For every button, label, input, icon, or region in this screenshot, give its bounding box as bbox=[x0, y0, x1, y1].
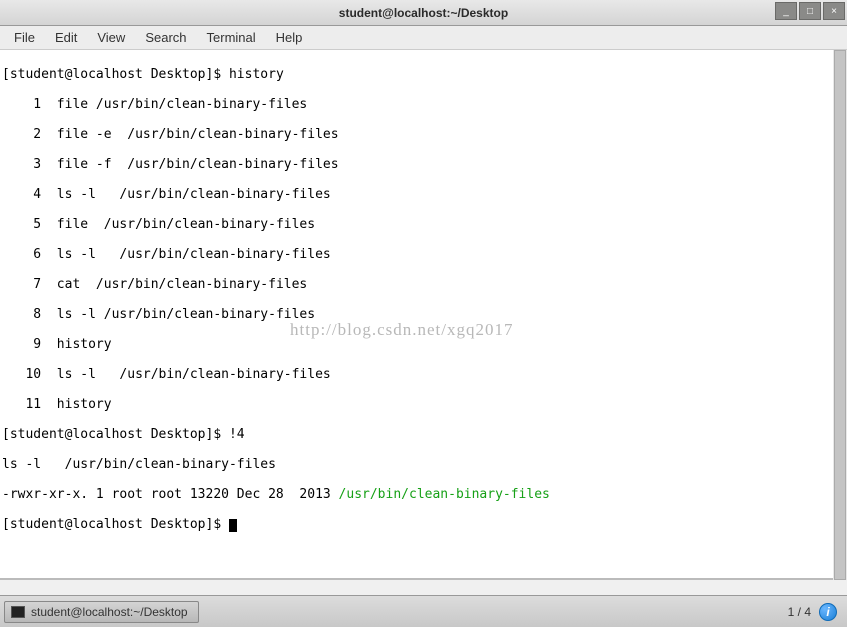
taskbar-window-button[interactable]: student@localhost:~/Desktop bbox=[4, 601, 199, 623]
maximize-button[interactable]: □ bbox=[799, 2, 821, 20]
menu-file[interactable]: File bbox=[4, 26, 45, 49]
cursor-icon bbox=[229, 519, 237, 532]
history-line: 10 ls -l /usr/bin/clean-binary-files bbox=[2, 367, 847, 382]
info-icon[interactable]: i bbox=[819, 603, 837, 621]
history-line: 6 ls -l /usr/bin/clean-binary-files bbox=[2, 247, 847, 262]
history-line: 5 file /usr/bin/clean-binary-files bbox=[2, 217, 847, 232]
window-titlebar: student@localhost:~/Desktop _ □ × bbox=[0, 0, 847, 26]
minimize-button[interactable]: _ bbox=[775, 2, 797, 20]
history-line: 8 ls -l /usr/bin/clean-binary-files bbox=[2, 307, 847, 322]
terminal-prompt: [student@localhost Desktop]$ bbox=[2, 517, 847, 532]
taskbar-label: student@localhost:~/Desktop bbox=[31, 605, 188, 619]
close-button[interactable]: × bbox=[823, 2, 845, 20]
menu-bar: File Edit View Search Terminal Help bbox=[0, 26, 847, 50]
menu-terminal[interactable]: Terminal bbox=[197, 26, 266, 49]
history-line: 9 history bbox=[2, 337, 847, 352]
history-line: 3 file -f /usr/bin/clean-binary-files bbox=[2, 157, 847, 172]
window-title: student@localhost:~/Desktop bbox=[339, 6, 508, 20]
history-line: 7 cat /usr/bin/clean-binary-files bbox=[2, 277, 847, 292]
menu-search[interactable]: Search bbox=[135, 26, 196, 49]
terminal-line: [student@localhost Desktop]$ history bbox=[2, 67, 847, 82]
terminal-area[interactable]: [student@localhost Desktop]$ history 1 f… bbox=[0, 50, 847, 580]
file-path: /usr/bin/clean-binary-files bbox=[339, 487, 550, 502]
menu-view[interactable]: View bbox=[87, 26, 135, 49]
history-line: 2 file -e /usr/bin/clean-binary-files bbox=[2, 127, 847, 142]
window-controls: _ □ × bbox=[775, 2, 845, 20]
history-line: 4 ls -l /usr/bin/clean-binary-files bbox=[2, 187, 847, 202]
taskbar-right: 1 / 4 i bbox=[788, 603, 843, 621]
taskbar: student@localhost:~/Desktop 1 / 4 i bbox=[0, 595, 847, 627]
terminal-line: ls -l /usr/bin/clean-binary-files bbox=[2, 457, 847, 472]
history-line: 11 history bbox=[2, 397, 847, 412]
history-line: 1 file /usr/bin/clean-binary-files bbox=[2, 97, 847, 112]
scrollbar[interactable] bbox=[833, 50, 847, 580]
workspace-indicator[interactable]: 1 / 4 bbox=[788, 605, 811, 619]
menu-help[interactable]: Help bbox=[266, 26, 313, 49]
scroll-thumb[interactable] bbox=[834, 50, 846, 580]
menu-edit[interactable]: Edit bbox=[45, 26, 87, 49]
terminal-icon bbox=[11, 606, 25, 618]
terminal-line: [student@localhost Desktop]$ !4 bbox=[2, 427, 847, 442]
ls-output: -rwxr-xr-x. 1 root root 13220 Dec 28 201… bbox=[2, 487, 847, 502]
watermark-text: http://blog.csdn.net/xgq2017 bbox=[290, 322, 514, 337]
